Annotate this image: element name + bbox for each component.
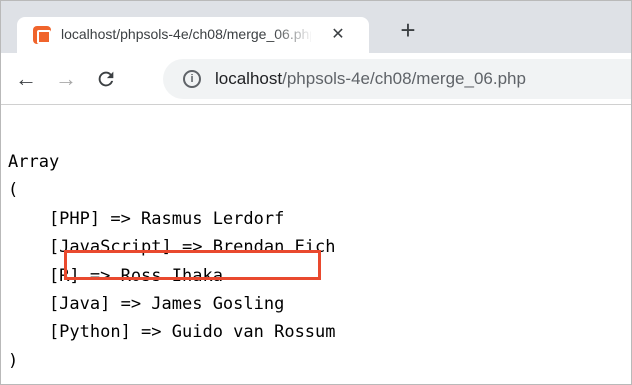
output-line: [PHP] => Rasmus Lerdorf (8, 208, 285, 229)
url-text[interactable]: localhost/phpsols-4e/ch08/merge_06.php (215, 69, 526, 89)
reload-button[interactable] (93, 66, 119, 92)
page-content: Array( [PHP] => Rasmus Lerdorf [JavaScri… (1, 106, 631, 384)
output-line: [Java] => James Gosling (8, 293, 285, 314)
back-button[interactable]: ← (13, 66, 39, 92)
url-host: localhost (215, 69, 283, 88)
url-path: /phpsols-4e/ch08/merge_06.php (282, 69, 526, 88)
output-line: Array (8, 152, 60, 172)
tab-title-fade (273, 23, 313, 47)
new-tab-button[interactable]: + (395, 17, 421, 44)
output-line: ) (8, 350, 19, 371)
forward-button[interactable]: → (53, 66, 79, 92)
xampp-icon (33, 26, 51, 44)
info-icon[interactable]: i (183, 70, 201, 88)
reload-icon (98, 71, 114, 87)
browser-toolbar: ← → i localhost/phpsols-4e/ch08/merge_06… (1, 53, 631, 105)
highlight-box (64, 250, 321, 280)
output-line: ( (8, 180, 19, 201)
tab-strip: localhost/phpsols-4e/ch08/merge_06.php ✕… (1, 1, 631, 53)
close-tab-icon[interactable]: ✕ (327, 24, 349, 46)
address-bar[interactable]: i localhost/phpsols-4e/ch08/merge_06.php (163, 59, 631, 99)
output-line: [Python] => Guido van Rossum (8, 322, 336, 343)
browser-window: localhost/phpsols-4e/ch08/merge_06.php ✕… (0, 0, 632, 385)
browser-tab[interactable]: localhost/phpsols-4e/ch08/merge_06.php ✕ (17, 17, 369, 53)
